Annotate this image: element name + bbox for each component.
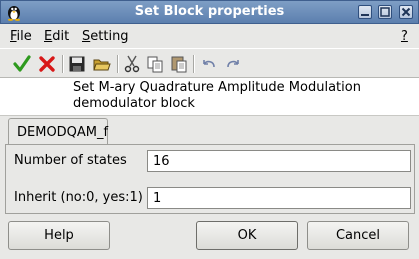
toolbar-separator xyxy=(62,55,64,73)
close-button[interactable] xyxy=(399,5,413,19)
cancel-x-icon[interactable] xyxy=(37,54,57,74)
open-folder-icon[interactable] xyxy=(92,54,112,74)
help-button[interactable]: Help xyxy=(8,221,110,250)
number-of-states-label: Number of states xyxy=(14,153,127,168)
maximize-button[interactable] xyxy=(378,5,392,19)
number-of-states-input[interactable] xyxy=(147,150,411,172)
menu-setting[interactable]: Setting xyxy=(82,29,129,44)
window-title: Set Block properties xyxy=(134,4,285,19)
paste-icon[interactable] xyxy=(169,54,189,74)
inherit-input[interactable] xyxy=(147,187,411,209)
menu-bar: File Edit Setting ? xyxy=(0,24,419,48)
check-icon[interactable] xyxy=(12,54,32,74)
description-line-2: demodulator block xyxy=(73,96,195,111)
parameters-panel: Number of states Inherit (no:0, yes:1) xyxy=(5,144,415,214)
tab-label: DEMODQAM_f xyxy=(17,125,109,140)
menu-setting-label: etting xyxy=(90,29,129,44)
redo-icon[interactable] xyxy=(223,54,243,74)
menu-help-label: ? xyxy=(401,29,408,44)
cut-icon[interactable] xyxy=(122,54,142,74)
close-icon xyxy=(401,7,411,17)
menu-edit[interactable]: Edit xyxy=(44,29,69,44)
toolbar-separator xyxy=(193,55,195,73)
menu-edit-label: dit xyxy=(52,29,70,44)
title-bar[interactable]: Set Block properties xyxy=(0,0,419,24)
save-icon[interactable] xyxy=(67,54,87,74)
menu-edit-mnemonic: E xyxy=(44,29,53,44)
tab-demodqam[interactable]: DEMODQAM_f xyxy=(8,118,108,145)
minimize-icon xyxy=(361,14,369,16)
minimize-button[interactable] xyxy=(358,5,372,19)
block-description: Set M-ary Quadrature Amplitude Modulatio… xyxy=(0,78,419,116)
maximize-icon xyxy=(380,7,390,17)
inherit-label: Inherit (no:0, yes:1) xyxy=(14,190,143,205)
menu-file-label: ile xyxy=(16,29,32,44)
menu-help[interactable]: ? xyxy=(401,29,408,44)
copy-icon[interactable] xyxy=(145,54,165,74)
description-line-1: Set M-ary Quadrature Amplitude Modulatio… xyxy=(73,80,361,95)
menu-file[interactable]: File xyxy=(10,29,32,44)
ok-button[interactable]: OK xyxy=(196,221,298,250)
toolbar-separator xyxy=(117,55,119,73)
undo-icon[interactable] xyxy=(199,54,219,74)
toolbar xyxy=(0,48,419,78)
cancel-button[interactable]: Cancel xyxy=(307,221,409,250)
